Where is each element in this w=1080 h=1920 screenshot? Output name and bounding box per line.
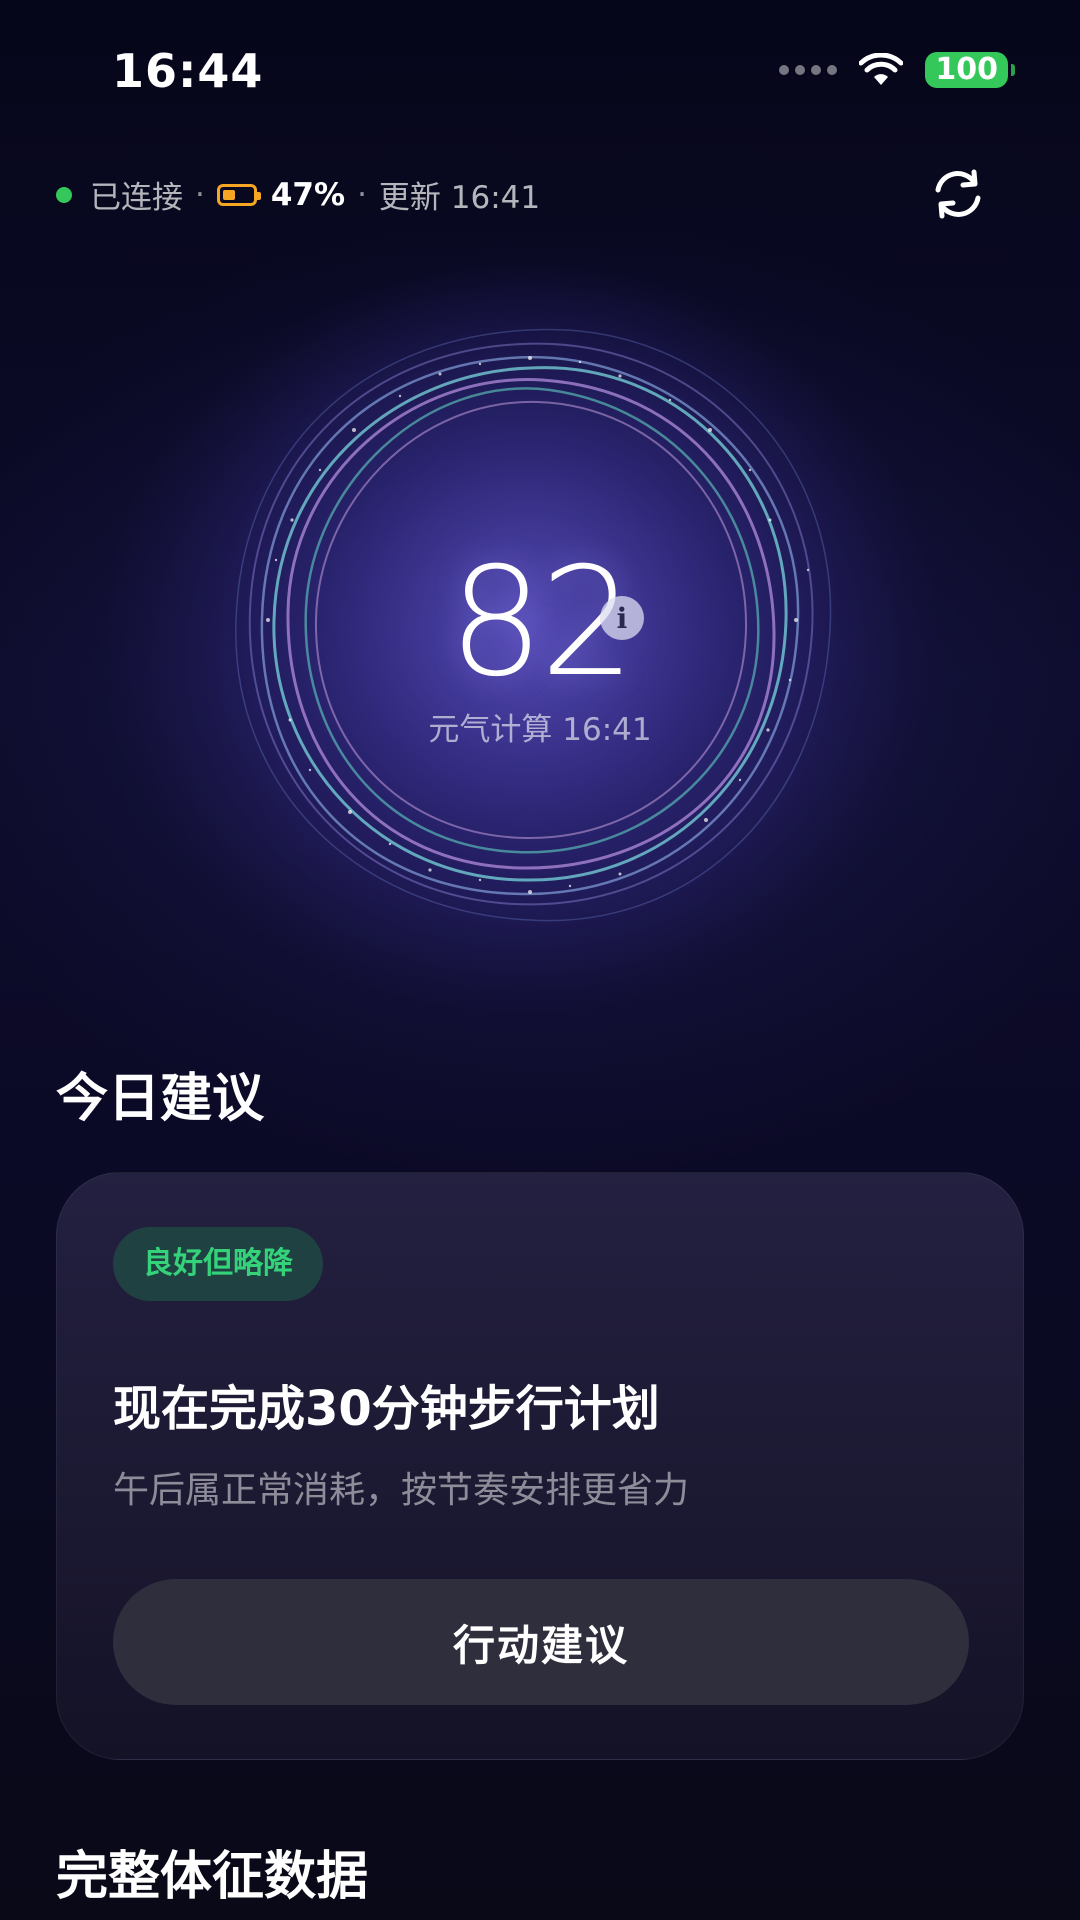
refresh-icon[interactable]	[928, 164, 988, 224]
app-screen: 16:44 100 已连接 · 47% · 更新 16:41 82 i 元气计算…	[0, 0, 1080, 1920]
score-calculation-time: 元气计算 16:41	[428, 712, 652, 748]
advice-section-title: 今日建议	[56, 1069, 265, 1129]
status-time: 16:44	[112, 44, 264, 98]
status-badge: 良好但略降	[113, 1227, 323, 1301]
connection-status-text: 已连接	[90, 180, 183, 216]
update-time-text: 更新 16:41	[378, 180, 541, 216]
advice-title: 现在完成30分钟步行计划	[113, 1381, 660, 1437]
vitality-score: 82	[448, 536, 636, 710]
connection-status-row: 已连接 · 47% · 更新 16:41	[56, 172, 540, 217]
vitals-section-title: 完整体征数据	[56, 1847, 369, 1907]
connected-dot-icon	[56, 186, 72, 203]
phone-battery-indicator: 100	[925, 52, 1015, 88]
device-battery-icon	[216, 183, 261, 206]
action-advice-button[interactable]: 行动建议	[113, 1579, 969, 1705]
wifi-icon	[859, 53, 904, 87]
advice-card: 良好但略降 现在完成30分钟步行计划 午后属正常消耗，按节奏安排更省力 行动建议	[56, 1172, 1024, 1760]
separator: ·	[195, 176, 205, 213]
status-indicators: 100	[779, 52, 1015, 88]
advice-subtitle: 午后属正常消耗，按节奏安排更省力	[113, 1470, 690, 1511]
separator: ·	[357, 176, 367, 213]
signal-dots-icon	[779, 65, 838, 75]
info-icon[interactable]: i	[600, 596, 644, 640]
device-battery-percent: 47%	[270, 176, 346, 213]
